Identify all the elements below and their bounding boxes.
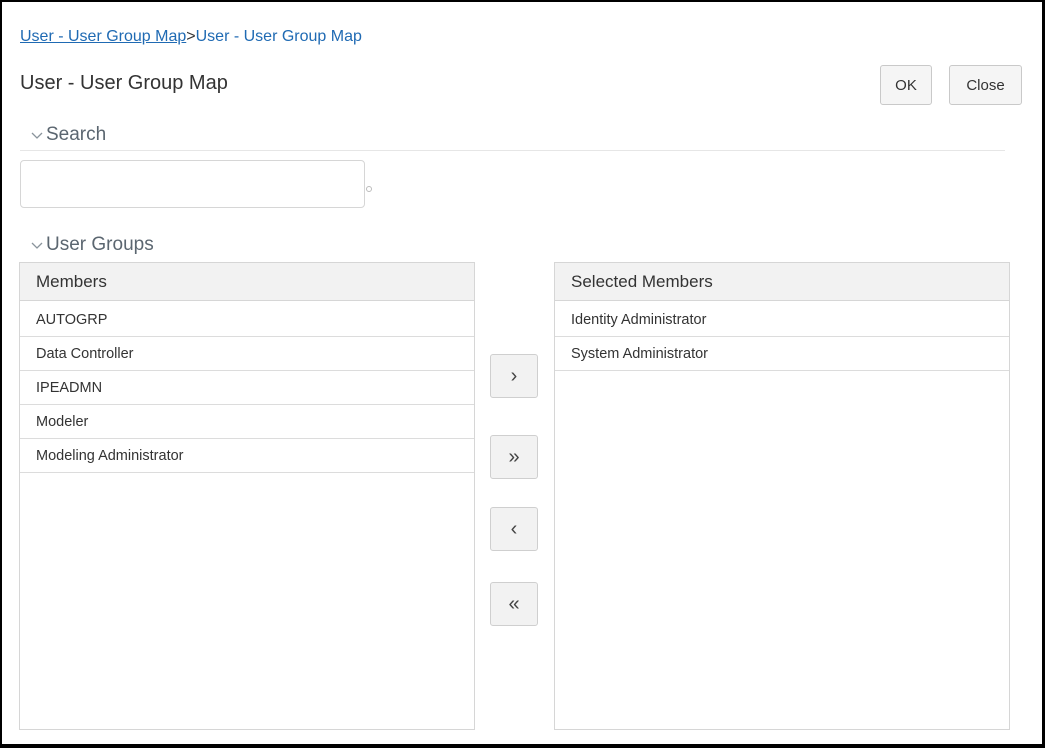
- list-item[interactable]: Identity Administrator: [555, 303, 1009, 337]
- selected-rows: Identity Administrator System Administra…: [555, 303, 1009, 371]
- dialog-frame: User - User Group Map>User - User Group …: [0, 0, 1045, 748]
- list-item[interactable]: AUTOGRP: [20, 303, 474, 337]
- list-item[interactable]: Modeling Administrator: [20, 439, 474, 473]
- page-title: User - User Group Map: [20, 72, 228, 94]
- user-groups-section-toggle[interactable]: User Groups: [30, 234, 154, 256]
- ok-button[interactable]: OK: [880, 65, 932, 105]
- list-item[interactable]: Modeler: [20, 405, 474, 439]
- move-all-right-button[interactable]: »: [490, 435, 538, 479]
- breadcrumb-separator: >: [186, 28, 196, 45]
- list-item[interactable]: IPEADMN: [20, 371, 474, 405]
- breadcrumb-current[interactable]: User - User Group Map: [196, 28, 362, 45]
- search-section-label: Search: [46, 124, 107, 145]
- search-input[interactable]: [20, 160, 365, 208]
- chevron-down-icon: [31, 242, 43, 249]
- move-all-left-button[interactable]: «: [490, 582, 538, 626]
- move-left-button[interactable]: ‹: [490, 507, 538, 551]
- search-section-toggle[interactable]: Search: [30, 124, 106, 146]
- close-button[interactable]: Close: [949, 65, 1022, 105]
- selected-members-header: Selected Members: [555, 263, 1009, 301]
- list-item[interactable]: System Administrator: [555, 337, 1009, 371]
- user-groups-section-label: User Groups: [46, 234, 154, 255]
- list-item[interactable]: Data Controller: [20, 337, 474, 371]
- members-header: Members: [20, 263, 474, 301]
- search-divider: [20, 150, 1005, 151]
- members-list: Members AUTOGRP Data Controller IPEADMN …: [19, 262, 475, 730]
- move-right-button[interactable]: ›: [490, 354, 538, 398]
- search-resize-handle: [366, 186, 372, 192]
- chevron-down-icon: [31, 132, 43, 139]
- selected-members-list: Selected Members Identity Administrator …: [554, 262, 1010, 730]
- members-rows: AUTOGRP Data Controller IPEADMN Modeler …: [20, 303, 474, 473]
- breadcrumb: User - User Group Map>User - User Group …: [20, 28, 362, 46]
- breadcrumb-link[interactable]: User - User Group Map: [20, 28, 186, 45]
